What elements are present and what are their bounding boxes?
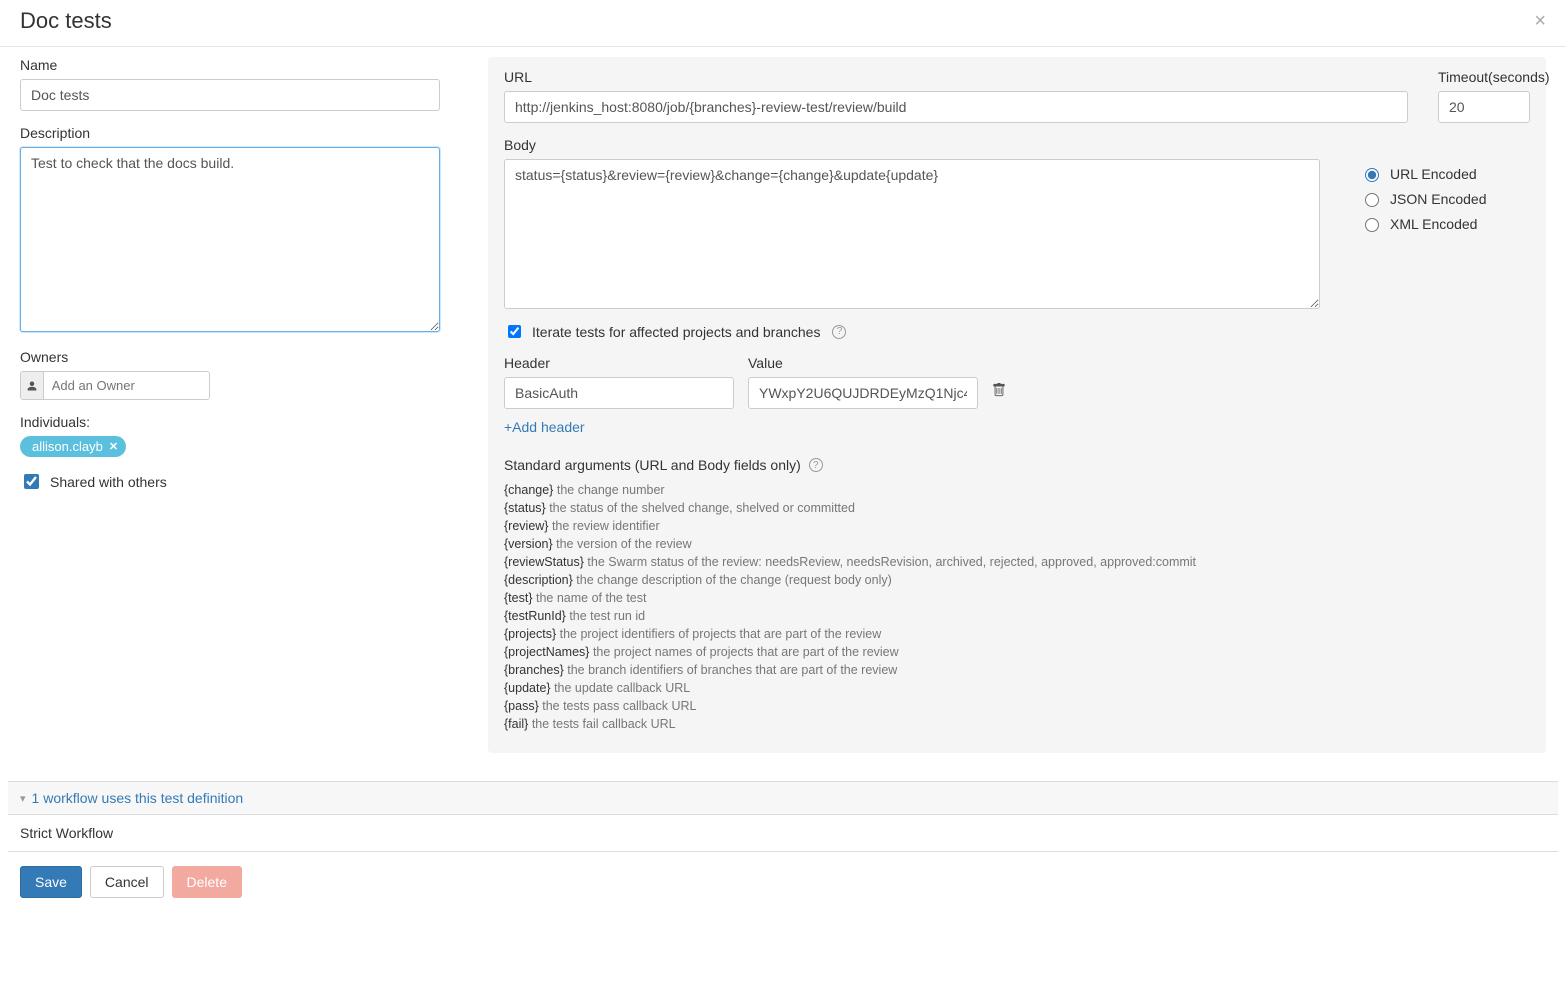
std-args-list: {change} the change number {status} the s… bbox=[504, 483, 1530, 731]
help-icon[interactable]: ? bbox=[809, 458, 823, 472]
encoding-url-radio[interactable] bbox=[1365, 168, 1379, 182]
encoding-json-radio[interactable] bbox=[1365, 193, 1379, 207]
std-arg-key: {projects} bbox=[504, 627, 560, 641]
value-label: Value bbox=[748, 355, 978, 371]
std-arg-key: {testRunId} bbox=[504, 609, 569, 623]
std-arg-line: {version} the version of the review bbox=[504, 537, 1530, 551]
std-arg-key: {review} bbox=[504, 519, 552, 533]
std-arg-desc: the project names of projects that are p… bbox=[593, 645, 899, 659]
shared-checkbox[interactable] bbox=[24, 474, 39, 489]
value-input[interactable] bbox=[748, 377, 978, 409]
std-arg-desc: the change number bbox=[557, 483, 665, 497]
std-arg-line: {fail} the tests fail callback URL bbox=[504, 717, 1530, 731]
std-arg-desc: the tests pass callback URL bbox=[542, 699, 696, 713]
std-arg-desc: the status of the shelved change, shelve… bbox=[549, 501, 855, 515]
encoding-url-label: URL Encoded bbox=[1390, 166, 1477, 182]
description-textarea[interactable]: Test to check that the docs build. bbox=[20, 147, 440, 332]
chevron-down-icon: ▾ bbox=[20, 792, 26, 805]
body-textarea[interactable]: status={status}&review={review}&change={… bbox=[504, 159, 1320, 309]
save-button[interactable]: Save bbox=[20, 866, 82, 898]
help-icon[interactable]: ? bbox=[832, 325, 846, 339]
std-arg-desc: the branch identifiers of branches that … bbox=[567, 663, 897, 677]
std-arg-line: {branches} the branch identifiers of bra… bbox=[504, 663, 1530, 677]
std-arg-desc: the project identifiers of projects that… bbox=[560, 627, 882, 641]
std-arg-line: {change} the change number bbox=[504, 483, 1530, 497]
remove-individual-icon[interactable]: ✕ bbox=[109, 440, 118, 453]
std-arg-key: {fail} bbox=[504, 717, 532, 731]
std-arg-line: {testRunId} the test run id bbox=[504, 609, 1530, 623]
std-arg-key: {version} bbox=[504, 537, 556, 551]
workflow-toggle[interactable]: ▾ 1 workflow uses this test definition bbox=[8, 782, 1558, 815]
std-arg-line: {status} the status of the shelved chang… bbox=[504, 501, 1530, 515]
encoding-json-row[interactable]: JSON Encoded bbox=[1360, 190, 1530, 207]
std-arg-line: {test} the name of the test bbox=[504, 591, 1530, 605]
std-arg-desc: the name of the test bbox=[536, 591, 647, 605]
iterate-checkbox[interactable] bbox=[508, 325, 521, 338]
std-arg-desc: the test run id bbox=[569, 609, 645, 623]
cancel-button[interactable]: Cancel bbox=[90, 866, 164, 898]
add-header-link[interactable]: +Add header bbox=[504, 419, 585, 435]
std-arg-line: {review} the review identifier bbox=[504, 519, 1530, 533]
std-arg-key: {pass} bbox=[504, 699, 542, 713]
delete-button[interactable]: Delete bbox=[172, 866, 242, 898]
header-input[interactable] bbox=[504, 377, 734, 409]
person-icon bbox=[21, 372, 44, 399]
std-arg-key: {status} bbox=[504, 501, 549, 515]
individuals-label: Individuals: bbox=[20, 414, 440, 430]
trash-icon[interactable] bbox=[992, 383, 1006, 409]
individual-pill-label: allison.clayb bbox=[32, 439, 103, 454]
timeout-input[interactable] bbox=[1438, 91, 1530, 123]
encoding-xml-label: XML Encoded bbox=[1390, 216, 1477, 232]
std-arg-line: {reviewStatus} the Swarm status of the r… bbox=[504, 555, 1530, 569]
name-label: Name bbox=[20, 57, 440, 73]
std-arg-desc: the tests fail callback URL bbox=[532, 717, 676, 731]
std-arg-key: {update} bbox=[504, 681, 554, 695]
workflow-item: Strict Workflow bbox=[8, 815, 1558, 851]
std-arg-key: {description} bbox=[504, 573, 576, 587]
workflow-summary: 1 workflow uses this test definition bbox=[32, 790, 244, 806]
std-arg-line: {projects} the project identifiers of pr… bbox=[504, 627, 1530, 641]
std-arg-line: {update} the update callback URL bbox=[504, 681, 1530, 695]
std-arg-desc: the Swarm status of the review: needsRev… bbox=[587, 555, 1196, 569]
std-arg-line: {projectNames} the project names of proj… bbox=[504, 645, 1530, 659]
owners-label: Owners bbox=[20, 349, 440, 365]
name-input[interactable] bbox=[20, 79, 440, 111]
page-title: Doc tests bbox=[20, 8, 112, 34]
std-arg-key: {change} bbox=[504, 483, 557, 497]
owner-input[interactable] bbox=[44, 372, 209, 399]
std-arg-key: {projectNames} bbox=[504, 645, 593, 659]
timeout-label: Timeout(seconds) bbox=[1438, 69, 1530, 85]
encoding-json-label: JSON Encoded bbox=[1390, 191, 1487, 207]
description-label: Description bbox=[20, 125, 440, 141]
url-input[interactable] bbox=[504, 91, 1408, 123]
body-label: Body bbox=[504, 137, 1320, 153]
std-arg-desc: the version of the review bbox=[556, 537, 692, 551]
std-arg-desc: the update callback URL bbox=[554, 681, 690, 695]
url-label: URL bbox=[504, 69, 1408, 85]
header-label: Header bbox=[504, 355, 734, 371]
std-arg-key: {test} bbox=[504, 591, 536, 605]
std-args-title: Standard arguments (URL and Body fields … bbox=[504, 457, 801, 473]
owner-input-group[interactable] bbox=[20, 371, 210, 400]
std-arg-line: {description} the change description of … bbox=[504, 573, 1530, 587]
encoding-xml-radio[interactable] bbox=[1365, 218, 1379, 232]
encoding-url-row[interactable]: URL Encoded bbox=[1360, 165, 1530, 182]
encoding-xml-row[interactable]: XML Encoded bbox=[1360, 215, 1530, 232]
shared-label: Shared with others bbox=[50, 474, 167, 490]
close-icon[interactable]: × bbox=[1534, 10, 1546, 33]
std-arg-line: {pass} the tests pass callback URL bbox=[504, 699, 1530, 713]
iterate-label: Iterate tests for affected projects and … bbox=[532, 324, 820, 340]
std-arg-desc: the change description of the change (re… bbox=[576, 573, 892, 587]
std-arg-desc: the review identifier bbox=[552, 519, 660, 533]
std-arg-key: {reviewStatus} bbox=[504, 555, 587, 569]
individual-pill[interactable]: allison.clayb ✕ bbox=[20, 436, 126, 457]
std-arg-key: {branches} bbox=[504, 663, 567, 677]
